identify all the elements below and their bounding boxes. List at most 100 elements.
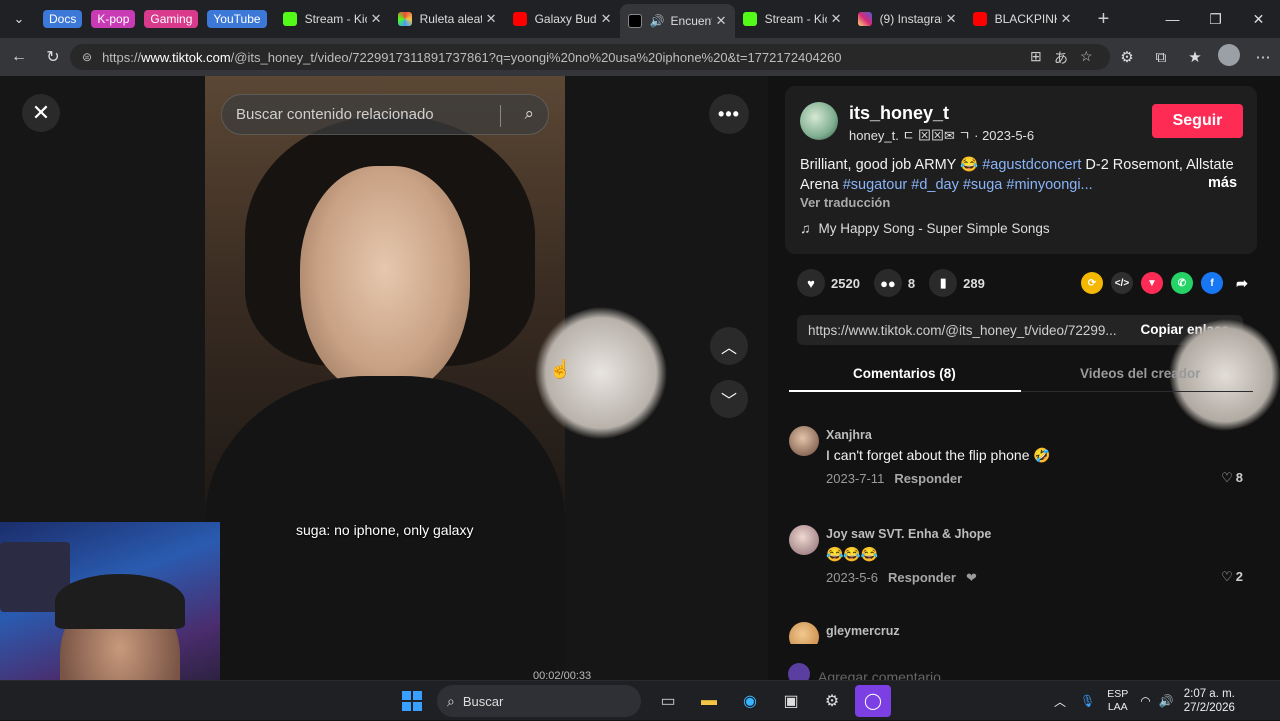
site-info-icon[interactable]: ⊜ xyxy=(82,50,92,64)
file-explorer-icon[interactable]: ▬ xyxy=(691,685,727,717)
comment-avatar[interactable] xyxy=(789,525,819,555)
tab-close-icon[interactable]: ✕ xyxy=(371,11,382,27)
tab-group-kpop[interactable]: K-pop xyxy=(91,10,136,28)
follow-button[interactable]: Seguir xyxy=(1152,104,1243,138)
translate-icon[interactable]: あ xyxy=(1054,48,1068,68)
tab-close-icon[interactable]: ✕ xyxy=(1061,11,1072,27)
url-domain: www.tiktok.com xyxy=(141,49,231,65)
tab-blackpink[interactable]: BLACKPINK ✕ xyxy=(965,4,1080,34)
close-window-icon[interactable]: ✕ xyxy=(1237,0,1280,38)
comment-date: 2023-7-11 xyxy=(826,471,885,486)
whatsapp-icon[interactable]: ✆ xyxy=(1171,272,1193,294)
tab-galaxy-buds[interactable]: Galaxy Buds ✕ xyxy=(505,4,620,34)
minimize-icon[interactable]: — xyxy=(1151,0,1194,38)
video-player[interactable] xyxy=(205,76,565,680)
volume-icon[interactable]: 🔊 xyxy=(1159,694,1174,708)
profile-avatar[interactable] xyxy=(1212,44,1246,70)
previous-video-button[interactable]: ︿ xyxy=(710,327,748,365)
reload-icon[interactable]: ↻ xyxy=(36,40,70,74)
music-link[interactable]: ♫ My Happy Song - Super Simple Songs xyxy=(800,220,1050,236)
tab-stream-kick[interactable]: Stream - Kic ✕ xyxy=(275,4,390,34)
post-description: Brilliant, good job ARMY 😂 #agustdconcer… xyxy=(800,157,1234,193)
tab-group-docs[interactable]: Docs xyxy=(43,10,83,28)
tab-ruleta[interactable]: Ruleta aleat ✕ xyxy=(390,4,505,34)
close-video-button[interactable]: ✕ xyxy=(22,94,60,132)
more-menu-icon[interactable]: ⋯ xyxy=(1246,48,1280,66)
reply-button[interactable]: Responder xyxy=(888,570,956,585)
tab-instagram[interactable]: (9) Instagran ✕ xyxy=(850,4,965,34)
edge-browser-icon[interactable]: ◉ xyxy=(732,685,768,717)
tab-list-chevron-icon[interactable]: ⌄ xyxy=(4,4,34,34)
tray-overflow-chevron-icon[interactable]: ︿ xyxy=(1054,693,1066,710)
bookmark-icon: ▮ xyxy=(929,269,958,297)
speaker-icon[interactable]: 🔊 xyxy=(650,14,665,28)
next-video-button[interactable]: ﹀ xyxy=(710,380,748,418)
tab-close-icon[interactable]: ✕ xyxy=(946,11,957,27)
related-search-input[interactable]: Buscar contenido relacionado ⌕ xyxy=(221,94,549,135)
reply-button[interactable]: Responder xyxy=(894,471,962,486)
clock[interactable]: 2:07 a. m. 27/2/2026 xyxy=(1184,687,1235,715)
task-view-icon[interactable]: ▭ xyxy=(650,685,686,717)
hashtag-links[interactable]: #sugatour #d_day #suga #minyoongi... xyxy=(843,177,1093,193)
send-to-friends-icon[interactable]: ▼ xyxy=(1141,272,1163,294)
comment-author[interactable]: Joy saw SVT. Enha & Jhope xyxy=(826,527,991,541)
comment-like-button[interactable]: ♡ 8 xyxy=(1221,470,1243,486)
youtube-icon xyxy=(972,12,987,26)
facebook-icon[interactable]: f xyxy=(1201,272,1223,294)
tab-stream-kick-2[interactable]: Stream - Kic ✕ xyxy=(735,4,850,34)
tab-close-icon[interactable]: ✕ xyxy=(486,11,497,27)
split-screen-icon[interactable]: ⧉ xyxy=(1144,49,1178,66)
tab-group-gaming[interactable]: Gaming xyxy=(144,10,199,28)
wifi-icon[interactable]: ◠ xyxy=(1140,694,1150,708)
address-bar[interactable]: ⊜ https://www.tiktok.com/@its_honey_t/vi… xyxy=(70,44,1110,70)
kick-icon xyxy=(282,12,297,26)
language-indicator[interactable]: ESP LAA xyxy=(1107,688,1128,714)
tab-creator-videos[interactable]: Videos del creador xyxy=(1080,366,1201,381)
microphone-icon[interactable]: 🎙 xyxy=(1080,694,1095,708)
see-translation-link[interactable]: Ver traducción xyxy=(800,195,890,210)
restore-icon[interactable]: ❐ xyxy=(1194,0,1237,38)
webcam-person-cap xyxy=(55,574,185,629)
author-avatar[interactable] xyxy=(800,102,838,140)
tab-tiktok-active[interactable]: 🔊 Encuent ✕ xyxy=(619,4,735,38)
url-prefix: https:// xyxy=(102,49,142,65)
app-install-icon[interactable]: ⊞ xyxy=(1030,48,1042,65)
more-options-button[interactable]: ••• xyxy=(709,94,749,134)
comment-like-button[interactable]: ♡ 2 xyxy=(1221,569,1243,585)
tab-group-youtube[interactable]: YouTube xyxy=(207,10,267,28)
tab-close-icon[interactable]: ✕ xyxy=(601,11,612,27)
windows-taskbar: ⌕ Buscar ▭ ▬ ◉ ▣ ⚙ ◯ ︿ 🎙 ESP LAA ◠ 🔊 2:07 … xyxy=(0,680,1280,720)
favorites-icon[interactable]: ★ xyxy=(1178,48,1212,66)
tab-close-icon[interactable]: ✕ xyxy=(831,11,842,27)
tab-comments[interactable]: Comentarios (8) xyxy=(853,366,956,381)
search-icon: ⌕ xyxy=(447,692,455,709)
comment-avatar[interactable] xyxy=(789,622,819,644)
comment-item: Xanjhra I can't forget about the flip ph… xyxy=(789,426,1253,496)
back-arrow-icon[interactable]: ← xyxy=(2,40,36,74)
more-description-link[interactable]: más xyxy=(1208,175,1237,191)
like-button[interactable]: ♥ 2520 xyxy=(797,269,860,297)
search-icon[interactable]: ⌕ xyxy=(524,104,534,124)
settings-icon[interactable]: ⚙ xyxy=(814,685,850,717)
share-arrow-icon[interactable]: ➦ xyxy=(1231,272,1253,294)
comment-author[interactable]: Xanjhra xyxy=(826,428,872,442)
video-frame-face xyxy=(300,166,470,396)
kick-icon xyxy=(742,12,757,26)
comment-author[interactable]: gleymercruz xyxy=(826,624,900,638)
save-button[interactable]: ▮ 289 xyxy=(929,269,985,297)
streaming-app-icon[interactable]: ◯ xyxy=(855,685,891,717)
comment-avatar[interactable] xyxy=(789,426,819,456)
store-icon[interactable]: ▣ xyxy=(773,685,809,717)
tab-close-icon[interactable]: ✕ xyxy=(716,13,727,29)
windows-start-icon[interactable] xyxy=(402,691,422,711)
new-tab-plus-icon[interactable]: + xyxy=(1098,8,1110,31)
embed-code-icon[interactable]: </> xyxy=(1111,272,1133,294)
repost-icon[interactable]: ⟳ xyxy=(1081,272,1103,294)
taskbar-search[interactable]: ⌕ Buscar xyxy=(437,685,641,717)
favorite-star-icon[interactable]: ☆ xyxy=(1080,48,1093,65)
comment-item: Joy saw SVT. Enha & Jhope 😂😂😂 2023-5-6 Re… xyxy=(789,525,1253,595)
extensions-icon[interactable]: ⚙ xyxy=(1110,48,1144,66)
author-username[interactable]: its_honey_t xyxy=(849,103,949,124)
hashtag-link[interactable]: #agustdconcert xyxy=(982,157,1081,173)
comment-button[interactable]: ●● 8 xyxy=(873,269,915,297)
